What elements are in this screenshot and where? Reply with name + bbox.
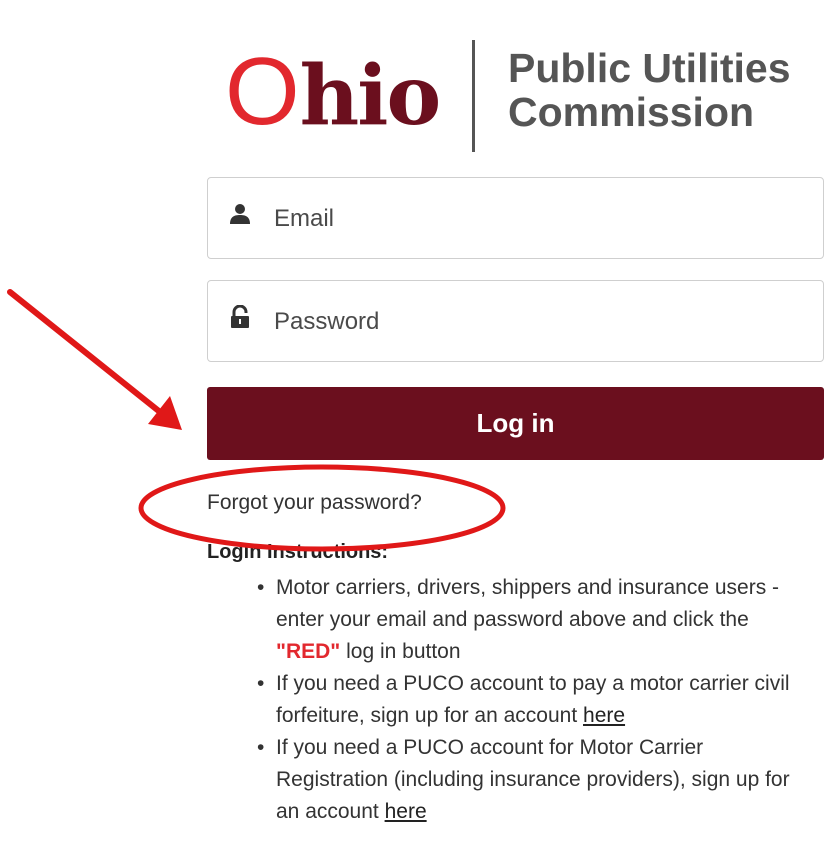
password-input[interactable]	[272, 301, 796, 343]
login-button[interactable]: Log in	[207, 387, 824, 460]
list-item: • Motor carriers, drivers, shippers and …	[257, 572, 817, 668]
password-field[interactable]	[207, 280, 824, 362]
ohio-wordmark-o: O	[225, 38, 300, 145]
ohio-wordmark-rest: hio	[299, 48, 441, 144]
agency-name-line2: Commission	[508, 89, 755, 135]
lock-icon	[228, 304, 252, 329]
signup-registration-link[interactable]: here	[385, 800, 427, 823]
ohio-wordmark: Ohio	[225, 42, 441, 146]
red-highlight: "RED"	[276, 640, 341, 663]
user-icon	[228, 202, 252, 226]
bullet-icon: •	[257, 736, 265, 759]
email-input[interactable]	[272, 198, 796, 240]
instruction-text: Motor carriers, drivers, shippers and in…	[276, 576, 780, 631]
annotation-ellipse	[138, 464, 506, 552]
ohio-puco-logo: Ohio Public Utilities Commission	[225, 40, 825, 160]
annotation-arrow	[7, 289, 182, 430]
agency-name: Public Utilities Commission	[508, 46, 791, 134]
list-item: • If you need a PUCO account to pay a mo…	[257, 668, 817, 732]
logo-divider	[472, 40, 475, 152]
email-field[interactable]	[207, 177, 824, 259]
login-instructions-list: • Motor carriers, drivers, shippers and …	[257, 572, 817, 828]
signup-civil-forfeiture-link[interactable]: here	[583, 704, 625, 727]
list-item: • If you need a PUCO account for Motor C…	[257, 732, 817, 828]
bullet-icon: •	[257, 672, 265, 695]
agency-name-line1: Public Utilities	[508, 45, 791, 91]
instruction-text: If you need a PUCO account to pay a moto…	[276, 672, 790, 727]
instruction-text: log in button	[340, 640, 461, 663]
bullet-icon: •	[257, 576, 265, 599]
instruction-text: If you need a PUCO account for Motor Car…	[276, 736, 790, 823]
